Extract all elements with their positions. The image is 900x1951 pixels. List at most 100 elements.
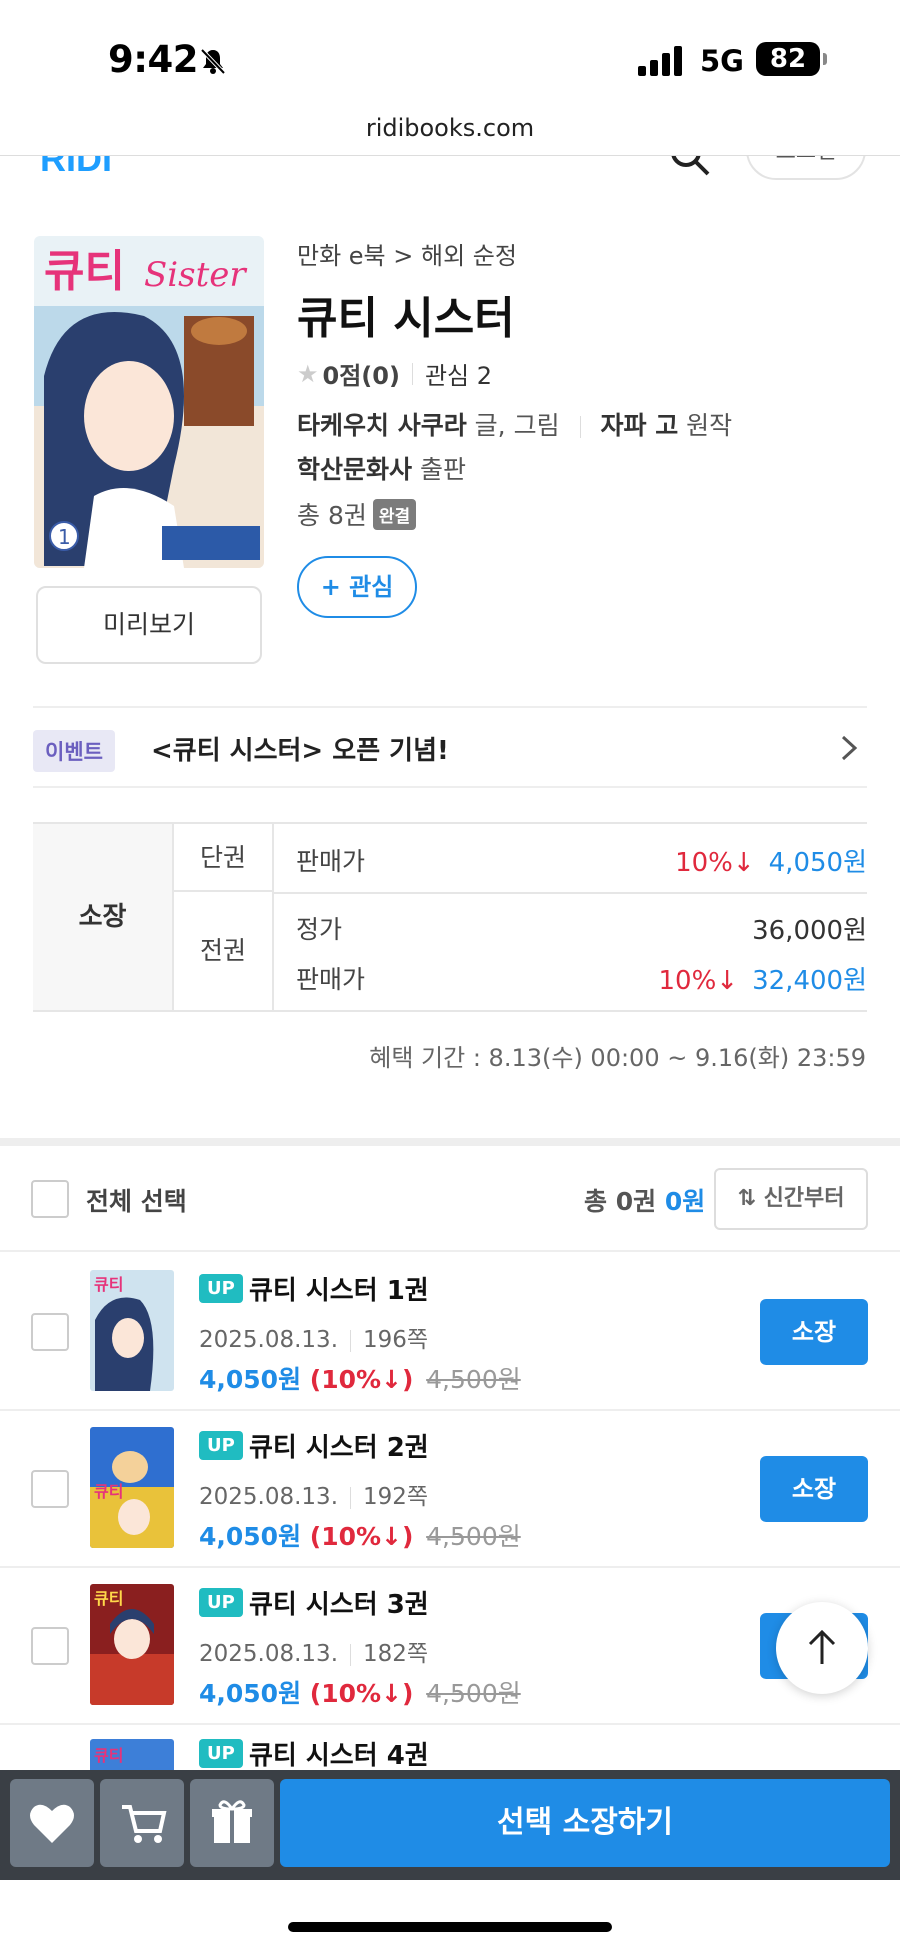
volume-original-price: 4,500원	[426, 1522, 521, 1551]
publisher-role: 출판	[419, 455, 466, 484]
book-title: 큐티 시스터	[297, 293, 515, 344]
scroll-top-button[interactable]	[776, 1602, 868, 1694]
search-icon[interactable]	[668, 155, 712, 178]
ridi-logo[interactable]: RIDI	[40, 156, 112, 180]
list-item: 큐티 UP 큐티 시스터 3권 2025.08.13. 182쪽 4,050원 (…	[0, 1568, 900, 1725]
select-all-label[interactable]: 전체 선택	[86, 1182, 187, 1218]
divider	[350, 1329, 351, 1352]
section-divider	[0, 1138, 900, 1146]
svg-text:큐티: 큐티	[94, 1482, 123, 1501]
cart-icon	[122, 1805, 167, 1843]
volume-thumbnail[interactable]: 큐티	[90, 1270, 174, 1391]
volume-price: 4,050원 (10%↓) 4,500원	[199, 1360, 521, 1396]
rating-score: 0점(0)	[322, 362, 400, 390]
own-button[interactable]: 소장	[760, 1299, 868, 1365]
volume-meta: 2025.08.13. 196쪽	[199, 1320, 428, 1354]
url-text: ridibooks.com	[365, 114, 535, 142]
single-discount: 10%↓	[675, 848, 755, 878]
bottom-action-bar: 선택 소장하기	[0, 1770, 900, 1880]
arrow-up-icon	[808, 1629, 836, 1664]
clock: 9:42	[108, 38, 199, 81]
interest-count: 관심 2	[424, 362, 492, 390]
divider	[350, 1643, 351, 1666]
volume-pages: 192쪽	[363, 1484, 429, 1510]
select-all-checkbox[interactable]	[31, 1180, 69, 1218]
svg-text:큐티: 큐티	[44, 246, 125, 297]
volume-discount: (10%↓)	[309, 1679, 414, 1708]
event-banner[interactable]: 이벤트 <큐티 시스터> 오픈 기념!	[33, 706, 867, 788]
single-price-label: 판매가	[296, 847, 366, 876]
author-link[interactable]: 타케우치 사쿠라	[297, 411, 467, 440]
volume-original-price: 4,500원	[426, 1679, 521, 1708]
list-item: 큐티 UP 큐티 시스터 1권 2025.08.13. 196쪽 4,050원 (…	[0, 1254, 900, 1411]
volume-checkbox[interactable]	[31, 1470, 69, 1508]
volume-pages: 196쪽	[363, 1327, 429, 1353]
volume-sale-price: 4,050원	[199, 1365, 302, 1394]
volume-thumbnail[interactable]: 큐티	[90, 1427, 174, 1548]
preview-button[interactable]: 미리보기	[36, 586, 262, 664]
full-price: 10%↓ 32,400원	[659, 960, 867, 997]
selection-bar: 전체 선택 총 0권 0원 ⇅ 신간부터	[0, 1146, 900, 1252]
home-indicator	[288, 1922, 612, 1932]
volume-checkbox[interactable]	[31, 1627, 69, 1665]
volume-thumbnail[interactable]: 큐티	[90, 1584, 174, 1705]
svg-text:1: 1	[58, 525, 71, 549]
update-badge: UP	[199, 1431, 243, 1460]
benefit-period: 혜택 기간 : 8.13(수) 00:00 ~ 9.16(화) 23:59	[369, 1044, 866, 1072]
buy-selected-button[interactable]: 선택 소장하기	[280, 1779, 890, 1867]
full-set-label: 전권	[174, 892, 274, 1010]
sort-label: 신간부터	[763, 1186, 845, 1211]
book-cover: 큐티 Sister 1	[34, 236, 264, 568]
volume-title[interactable]: 큐티 시스터 1권	[249, 1270, 429, 1307]
volume-price: 4,050원 (10%↓) 4,500원	[199, 1674, 521, 1710]
rating-row: ★ 0점(0) 관심 2	[297, 356, 492, 391]
full-list-price: 36,000원	[752, 916, 867, 946]
sort-icon: ⇅	[737, 1186, 756, 1211]
selected-price: 0원	[664, 1187, 706, 1216]
star-icon: ★	[297, 359, 319, 388]
author-role: 글, 그림	[474, 411, 560, 440]
original-role: 원작	[686, 411, 733, 440]
battery-icon: 82	[756, 42, 827, 76]
sort-button[interactable]: ⇅ 신간부터	[714, 1168, 868, 1230]
total-volumes: 총 8권	[297, 501, 367, 530]
update-badge: UP	[199, 1274, 243, 1303]
divider	[579, 416, 581, 438]
wishlist-button[interactable]: + 관심	[297, 556, 417, 618]
login-button[interactable]: 로그인	[746, 156, 866, 180]
selected-count: 총 0권 0원	[584, 1182, 705, 1218]
publisher-link[interactable]: 학산문화사	[297, 455, 412, 484]
update-badge: UP	[199, 1588, 243, 1617]
wishlist-heart-button[interactable]	[10, 1779, 94, 1867]
volume-discount: (10%↓)	[309, 1365, 414, 1394]
volume-title[interactable]: 큐티 시스터 3권	[249, 1584, 429, 1621]
single-sale-price: 4,050원	[768, 848, 867, 878]
volume-title[interactable]: 큐티 시스터 4권	[249, 1735, 429, 1772]
breadcrumb[interactable]: 만화 e북 > 해외 순정	[297, 236, 517, 271]
volume-sale-price: 4,050원	[199, 1522, 302, 1551]
gift-button[interactable]	[190, 1779, 274, 1867]
volume-checkbox[interactable]	[31, 1313, 69, 1351]
chevron-right-icon	[841, 735, 858, 761]
publisher-row: 학산문화사 출판	[297, 450, 466, 486]
volume-meta: 2025.08.13. 182쪽	[199, 1634, 428, 1668]
full-sale-price: 32,400원	[752, 966, 867, 996]
volume-title[interactable]: 큐티 시스터 2권	[249, 1427, 429, 1464]
event-tag: 이벤트	[33, 730, 115, 772]
divider	[274, 892, 867, 894]
site-header: RIDI 로그인	[0, 155, 900, 185]
single-volume-label: 단권	[174, 824, 274, 892]
address-bar[interactable]: ridibooks.com	[0, 108, 900, 160]
total-volumes-row: 총 8권 완결	[297, 496, 417, 532]
status-bar: 9:42 5G 82	[0, 0, 900, 116]
svg-text:큐티: 큐티	[94, 1746, 123, 1765]
volume-discount: (10%↓)	[309, 1522, 414, 1551]
volume-pages: 182쪽	[363, 1641, 429, 1667]
volume-price: 4,050원 (10%↓) 4,500원	[199, 1517, 521, 1553]
cart-button[interactable]	[100, 1779, 184, 1867]
network-type: 5G	[700, 44, 744, 78]
own-button[interactable]: 소장	[760, 1456, 868, 1522]
original-author-link[interactable]: 자파 고	[600, 411, 678, 440]
price-table: 소장 단권 전권 판매가 10%↓ 4,050원 정가 36,000원 판매가 1…	[33, 822, 867, 1012]
full-discount: 10%↓	[658, 966, 739, 996]
